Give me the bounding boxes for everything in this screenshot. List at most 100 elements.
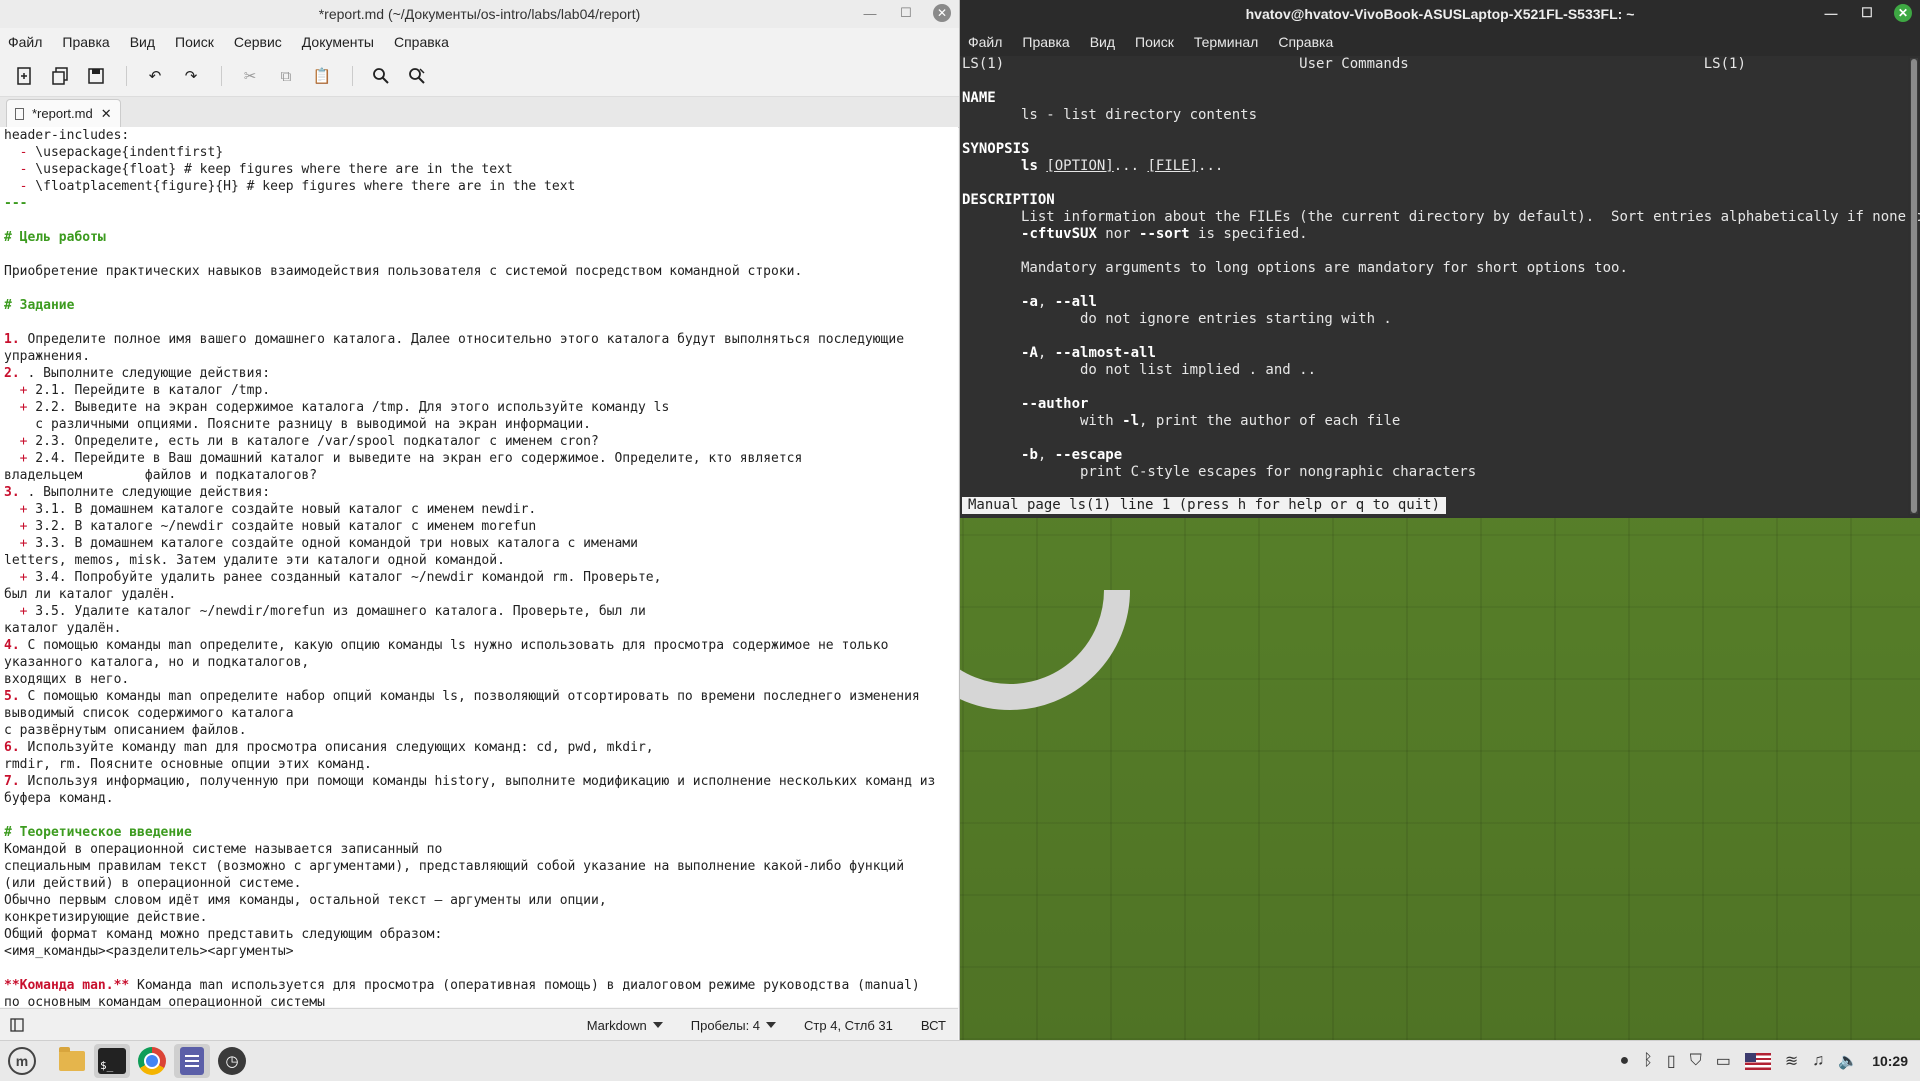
save-icon[interactable]	[84, 64, 108, 88]
music-note-icon[interactable]: ♫	[1812, 1052, 1824, 1070]
editor-titlebar[interactable]: *report.md (~/Документы/os-intro/labs/la…	[0, 0, 959, 28]
text-line: <имя_команды><разделитель><аргументы>	[4, 944, 294, 959]
wifi-icon[interactable]: ≋	[1785, 1051, 1798, 1071]
menu-edit[interactable]: Правка	[1022, 34, 1069, 50]
search-icon[interactable]	[369, 64, 393, 88]
cursor-position: Стр 4, Стлб 31	[804, 1017, 893, 1033]
maximize-icon[interactable]: ☐	[897, 4, 915, 22]
terminal-line: do not list implied . and ..	[962, 362, 1317, 378]
copy-icon[interactable]: ⧉	[274, 64, 298, 88]
maximize-icon[interactable]: ☐	[1858, 4, 1876, 22]
menu-search[interactable]: Поиск	[1135, 34, 1174, 50]
insert-mode: ВСТ	[920, 1017, 946, 1033]
menu-file[interactable]: Файл	[968, 34, 1002, 50]
scrollbar-thumb[interactable]	[1911, 59, 1917, 513]
text-line: + 3.1. В домашнем каталоге создайте новы…	[19, 502, 537, 517]
clock[interactable]: 10:29	[1872, 1053, 1908, 1069]
close-icon[interactable]: ✕	[1894, 4, 1912, 22]
text-line: специальным правилам текст (возможно с а…	[4, 859, 905, 874]
text-line: ---	[4, 196, 28, 211]
menu-tools[interactable]: Сервис	[234, 34, 282, 50]
open-document-icon[interactable]	[48, 64, 72, 88]
indent-label: Пробелы: 4	[690, 1017, 761, 1033]
undo-icon[interactable]: ↶	[143, 64, 167, 88]
menu-edit[interactable]: Правка	[62, 34, 109, 50]
us-flag-keyboard-layout-icon[interactable]	[1744, 1052, 1771, 1070]
cut-icon[interactable]: ✂	[238, 64, 262, 88]
sidebar-toggle-icon[interactable]	[10, 1018, 24, 1032]
language-label: Markdown	[586, 1017, 647, 1033]
text-line: + 3.3. В домашнем каталоге создайте одно…	[19, 536, 638, 551]
bluetooth-icon[interactable]: ᛒ	[1643, 1052, 1653, 1070]
terminal-line: DESCRIPTION	[962, 192, 1055, 208]
terminal-window: hvatov@hvatov-VivoBook-ASUSLaptop-X521FL…	[960, 0, 1920, 518]
text-line: + 2.4. Перейдите в Ваш домашний каталог …	[19, 451, 803, 466]
text-line: упражнения.	[4, 349, 91, 364]
editor-text-area[interactable]: header-includes: - \usepackage{indentfir…	[0, 127, 958, 1007]
chevron-down-icon	[766, 1022, 777, 1028]
menu-view[interactable]: Вид	[130, 34, 155, 50]
menu-file[interactable]: Файл	[8, 34, 42, 50]
terminal-scrollbar[interactable]	[1910, 58, 1918, 514]
redo-icon[interactable]: ↷	[179, 64, 203, 88]
terminal-titlebar[interactable]: hvatov@hvatov-VivoBook-ASUSLaptop-X521FL…	[960, 0, 1920, 28]
terminal-line: -A, --almost-all	[1021, 345, 1156, 361]
text-line: 5. С помощью команды man определите набо…	[4, 689, 920, 704]
menu-documents[interactable]: Документы	[302, 34, 374, 50]
search-replace-icon[interactable]	[405, 64, 429, 88]
text-line: (или действий) в операционной системе.	[4, 876, 302, 891]
menu-help[interactable]: Справка	[394, 34, 449, 50]
menu-view[interactable]: Вид	[1090, 34, 1115, 50]
terminal-window-title: hvatov@hvatov-VivoBook-ASUSLaptop-X521FL…	[1245, 6, 1635, 22]
text-line: конкретизирующие действие.	[4, 910, 208, 925]
terminal-line: Mandatory arguments to long options are …	[962, 260, 1628, 276]
toolbar-separator	[126, 66, 127, 86]
menu-help[interactable]: Справка	[1278, 34, 1333, 50]
minimize-icon[interactable]: —	[1822, 4, 1840, 22]
text-line: входящих в него.	[4, 672, 130, 687]
taskbar: m $_ ◷ ● ᛒ ▯ ⛉ ▭ ≋ ♫ 🔈 10:29	[0, 1040, 1920, 1081]
new-document-icon[interactable]	[12, 64, 36, 88]
text-line: + 3.5. Удалите каталог ~/newdir/morefun …	[19, 604, 646, 619]
paste-icon[interactable]: 📋	[310, 64, 334, 88]
text-line: 7. Используя информацию, полученную при …	[4, 774, 936, 789]
language-selector[interactable]: Markdown	[587, 1018, 663, 1033]
mint-menu-icon[interactable]: m	[4, 1044, 40, 1078]
clipboard-icon[interactable]: ▯	[1667, 1051, 1676, 1071]
text-line	[4, 807, 958, 824]
text-editor-icon[interactable]	[174, 1044, 210, 1078]
document-icon	[15, 107, 24, 120]
files-icon[interactable]	[54, 1044, 90, 1078]
battery-icon[interactable]: ▭	[1716, 1051, 1731, 1071]
minimize-icon[interactable]: —	[861, 4, 879, 22]
text-line: + 3.4. Попробуйте удалить ранее созданны…	[19, 570, 662, 585]
obs-icon[interactable]: ●	[1620, 1052, 1630, 1070]
terminal-line: SYNOPSIS	[962, 141, 1030, 157]
clock-app-icon[interactable]: ◷	[214, 1044, 250, 1078]
chrome-icon[interactable]	[134, 1044, 170, 1078]
menu-terminal[interactable]: Терминал	[1194, 34, 1258, 50]
text-line: # Задание	[4, 298, 75, 313]
terminal-icon[interactable]: $_	[94, 1044, 130, 1078]
terminal-output[interactable]: LS(1) User Commands LS(1) NAME ls - list …	[960, 56, 1920, 516]
text-line: - \usepackage{indentfirst}	[19, 145, 224, 160]
volume-icon[interactable]: 🔈	[1838, 1051, 1858, 1071]
text-line: 4. С помощью команды man определите, как…	[4, 638, 889, 653]
text-line: 6. Используйте команду man для просмотра…	[4, 740, 654, 755]
close-icon[interactable]: ✕	[933, 4, 951, 22]
text-line: владельцем файлов и подкаталогов?	[4, 468, 318, 483]
shield-icon[interactable]: ⛉	[1690, 1052, 1702, 1070]
menu-search[interactable]: Поиск	[175, 34, 214, 50]
tab-report-md[interactable]: *report.md ✕	[6, 99, 121, 127]
text-line: letters, memos, misk. Затем удалите эти …	[4, 553, 505, 568]
tab-close-icon[interactable]: ✕	[101, 106, 112, 122]
text-line: - \floatplacement{figure}{H} # keep figu…	[19, 179, 576, 194]
indent-selector[interactable]: Пробелы: 4	[690, 1017, 777, 1033]
